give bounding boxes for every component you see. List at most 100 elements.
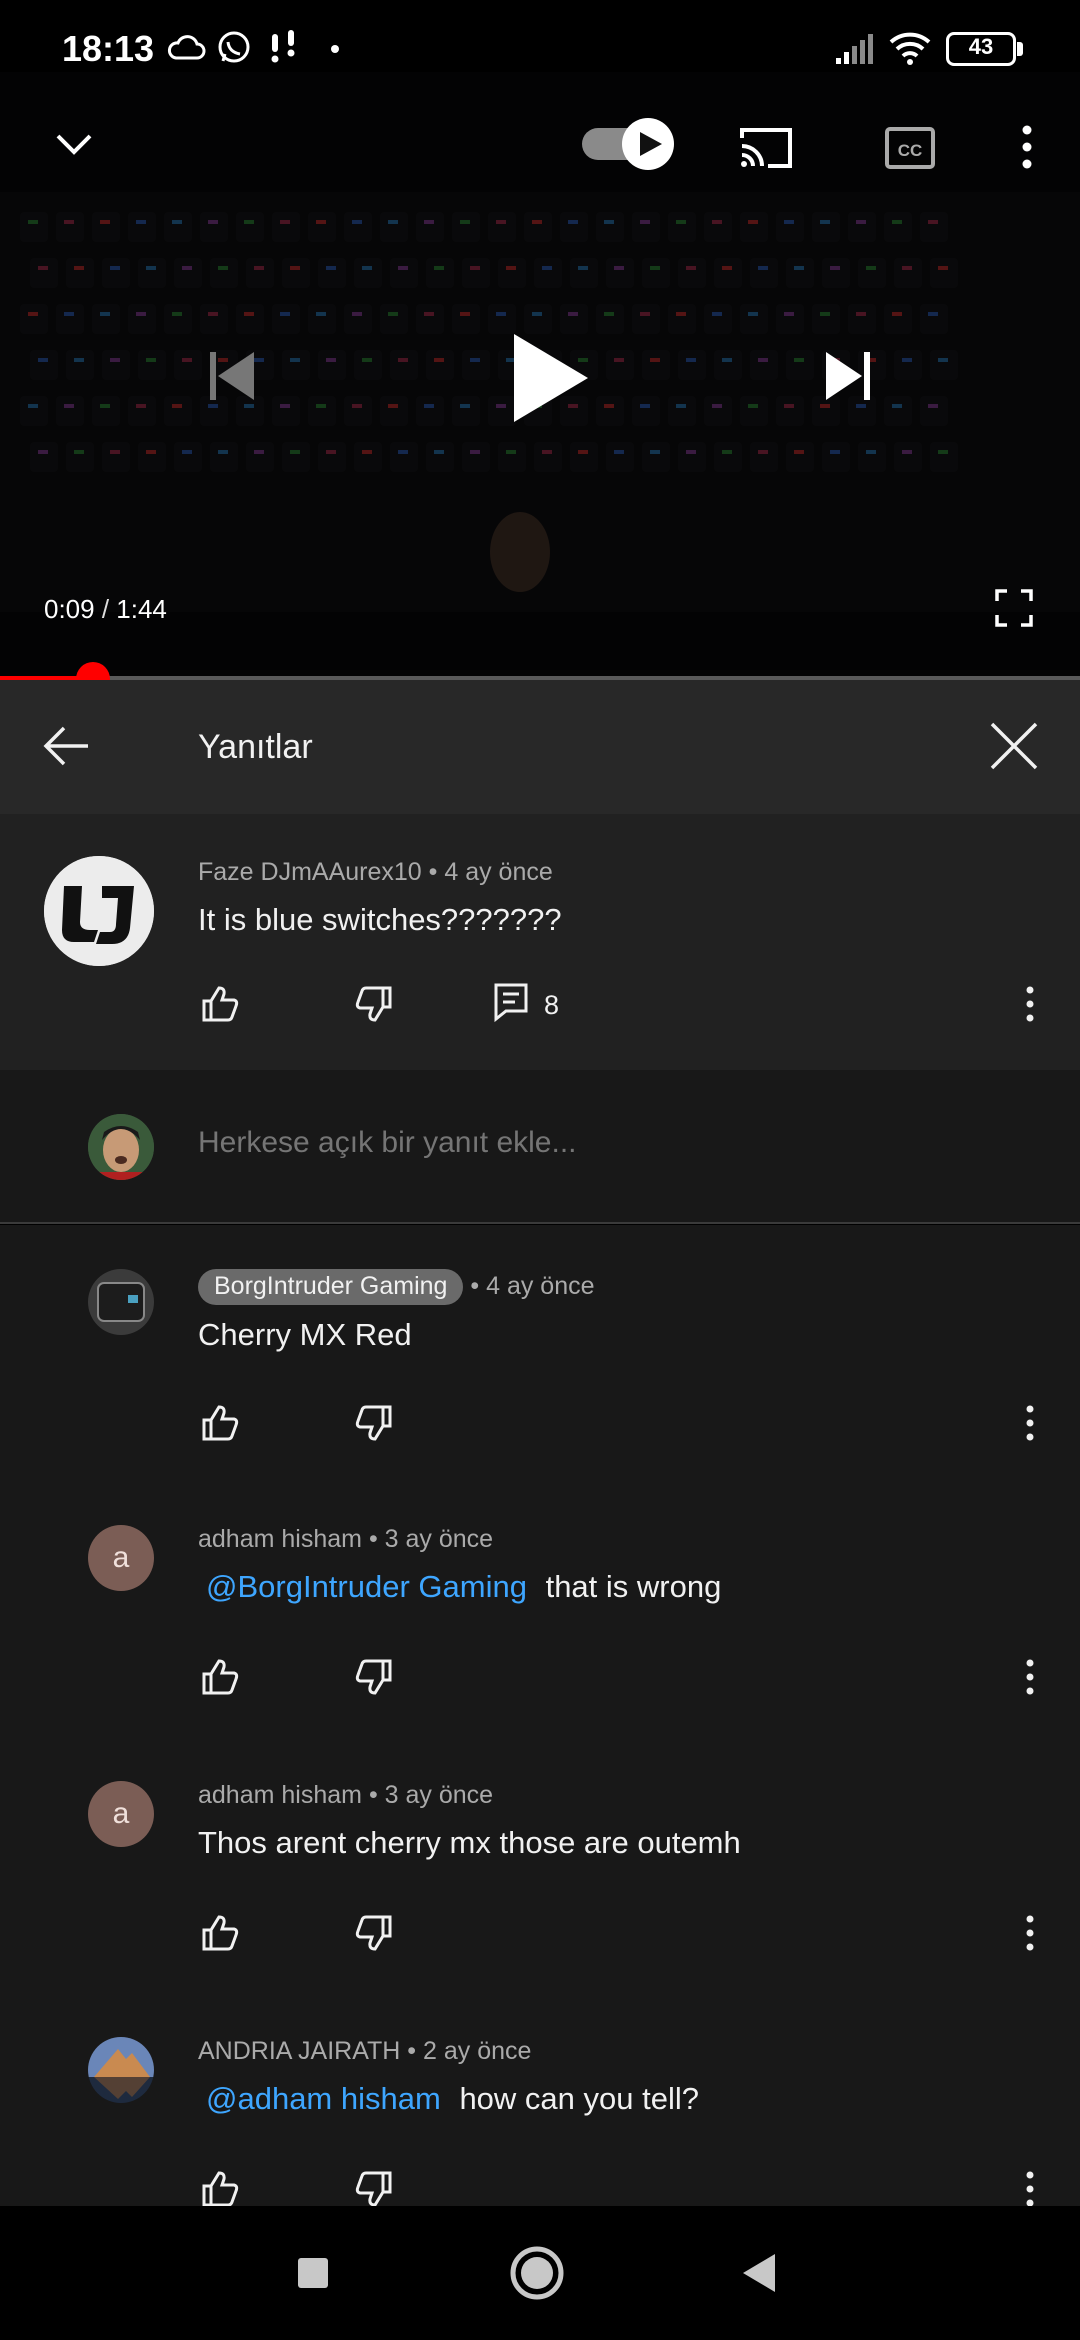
dislike-button[interactable] <box>344 1903 404 1963</box>
current-time: 0:09 <box>44 594 95 624</box>
reply-meta: BorgIntruder Gaming • 4 ay önce <box>198 1269 595 1305</box>
time-separator: / <box>94 594 117 624</box>
home-button[interactable] <box>506 2242 568 2304</box>
autoplay-toggle-icon[interactable] <box>578 116 678 172</box>
reply-author[interactable]: adham hisham <box>198 1525 362 1553</box>
reply-more-icon[interactable] <box>1018 1913 1042 1953</box>
reply-time: • 3 ay önce <box>368 1525 494 1553</box>
reply-text: @adham hisham how can you tell? <box>198 2081 699 2117</box>
cast-icon[interactable] <box>736 124 796 172</box>
like-button[interactable] <box>190 974 250 1034</box>
battery-level: 43 <box>968 34 994 59</box>
whatsapp-icon <box>218 31 250 63</box>
reply-body: that is wrong <box>545 1569 722 1604</box>
back-button[interactable] <box>30 710 102 782</box>
creator-avatar-image <box>88 1269 154 1335</box>
replies-button[interactable] <box>482 972 542 1032</box>
comment-meta: Faze DJmAAurex10 • 4 ay önce <box>198 858 553 887</box>
reply-meta: adham hisham • 3 ay önce <box>198 1781 493 1810</box>
captions-icon[interactable]: CC <box>884 126 936 170</box>
home-circle-icon <box>510 2246 564 2300</box>
avatar[interactable]: a <box>88 1781 154 1847</box>
close-icon <box>990 722 1038 770</box>
reply-time: • 2 ay önce <box>407 2037 532 2065</box>
reply-body: how can you tell? <box>459 2081 699 2116</box>
comment-author[interactable]: Faze DJmAAurex10 <box>198 858 422 886</box>
parent-comment: Faze DJmAAurex10 • 4 ay önce It is blue … <box>0 814 1080 1070</box>
thumb-up-icon <box>202 986 239 1022</box>
reply-count: 8 <box>544 990 560 1020</box>
reply-text: @BorgIntruder Gaming that is wrong <box>198 1569 721 1605</box>
reply-author-creator[interactable]: BorgIntruder Gaming <box>198 1269 464 1305</box>
recents-square-icon <box>298 2258 328 2288</box>
dot-icon <box>331 45 339 53</box>
collapse-chevron-icon[interactable] <box>52 124 96 164</box>
mountain-photo-avatar <box>88 2037 154 2103</box>
duration: 1:44 <box>116 594 167 624</box>
reply-item: a adham hisham • 3 ay önce Thos arent ch… <box>0 1737 1080 1993</box>
close-button[interactable] <box>978 710 1050 782</box>
replies-title: Yanıtlar <box>198 728 313 766</box>
reply-more-icon[interactable] <box>1018 2169 1042 2206</box>
cloud-icon <box>167 35 206 60</box>
reply-author[interactable]: ANDRIA JAIRATH <box>198 2037 400 2065</box>
reply-input-row <box>0 1070 1080 1224</box>
back-nav-button[interactable] <box>728 2242 790 2304</box>
status-bar: 18:13 43 <box>0 0 1080 72</box>
reply-time: • 3 ay önce <box>368 1781 494 1809</box>
dislike-button[interactable] <box>344 2159 404 2206</box>
reply-meta: ANDRIA JAIRATH • 2 ay önce <box>198 2037 531 2066</box>
thumb-down-icon <box>355 1915 392 1951</box>
comment-icon <box>494 983 528 1023</box>
dislike-button[interactable] <box>344 1647 404 1707</box>
reply-item: ANDRIA JAIRATH • 2 ay önce @adham hisham… <box>0 1993 1080 2206</box>
mention-link[interactable]: @BorgIntruder Gaming <box>206 1569 527 1604</box>
more-vert-icon[interactable] <box>1012 122 1042 172</box>
video-player[interactable]: CC 0:09 / 1:44 <box>0 72 1080 680</box>
thumb-down-icon <box>355 1405 392 1441</box>
thumb-down-icon <box>355 2171 392 2206</box>
thumb-up-icon <box>202 1405 239 1441</box>
like-button[interactable] <box>190 1903 250 1963</box>
reply-more-icon[interactable] <box>1018 1403 1042 1443</box>
status-time: 18:13 <box>62 28 155 69</box>
reply-meta: adham hisham • 3 ay önce <box>198 1525 493 1554</box>
like-button[interactable] <box>190 2159 250 2206</box>
dislike-button[interactable] <box>344 1393 404 1453</box>
comment-more-icon[interactable] <box>1018 984 1042 1024</box>
mention-link[interactable]: @adham hisham <box>206 2081 441 2116</box>
signal-icon <box>836 34 873 64</box>
like-button[interactable] <box>190 1647 250 1707</box>
reply-list: BorgIntruder Gaming • 4 ay önce Cherry M… <box>0 1225 1080 2206</box>
thumb-up-icon <box>202 2171 239 2206</box>
avatar[interactable] <box>88 1269 154 1335</box>
dj-logo-avatar <box>44 856 154 966</box>
reply-body: Cherry MX Red <box>198 1317 412 1352</box>
recents-button[interactable] <box>282 2242 344 2304</box>
comment-time: • 4 ay önce <box>428 858 553 886</box>
reply-input[interactable] <box>198 1126 1018 1160</box>
reply-text: Thos arent cherry mx those are outemh <box>198 1825 741 1861</box>
play-icon[interactable] <box>504 328 594 428</box>
reply-more-icon[interactable] <box>1018 1657 1042 1697</box>
thumb-down-icon <box>355 986 392 1022</box>
user-avatar <box>88 1114 154 1180</box>
avatar[interactable] <box>44 856 154 966</box>
wifi-icon <box>889 32 931 65</box>
reply-author[interactable]: adham hisham <box>198 1781 362 1809</box>
fullscreen-icon[interactable] <box>994 588 1034 628</box>
thumb-up-icon <box>202 1659 239 1695</box>
time-label: 0:09 / 1:44 <box>44 594 167 625</box>
avatar[interactable]: a <box>88 1525 154 1591</box>
svg-text:CC: CC <box>898 141 923 160</box>
thumb-down-icon <box>355 1659 392 1695</box>
dislike-button[interactable] <box>344 974 404 1034</box>
next-icon[interactable] <box>820 348 876 404</box>
back-arrow-icon <box>43 726 88 766</box>
previous-icon[interactable] <box>204 348 260 404</box>
like-button[interactable] <box>190 1393 250 1453</box>
replies-header: Yanıtlar <box>0 680 1080 814</box>
user-photo <box>88 1114 154 1180</box>
reply-item: a adham hisham • 3 ay önce @BorgIntruder… <box>0 1481 1080 1737</box>
avatar[interactable] <box>88 2037 154 2103</box>
